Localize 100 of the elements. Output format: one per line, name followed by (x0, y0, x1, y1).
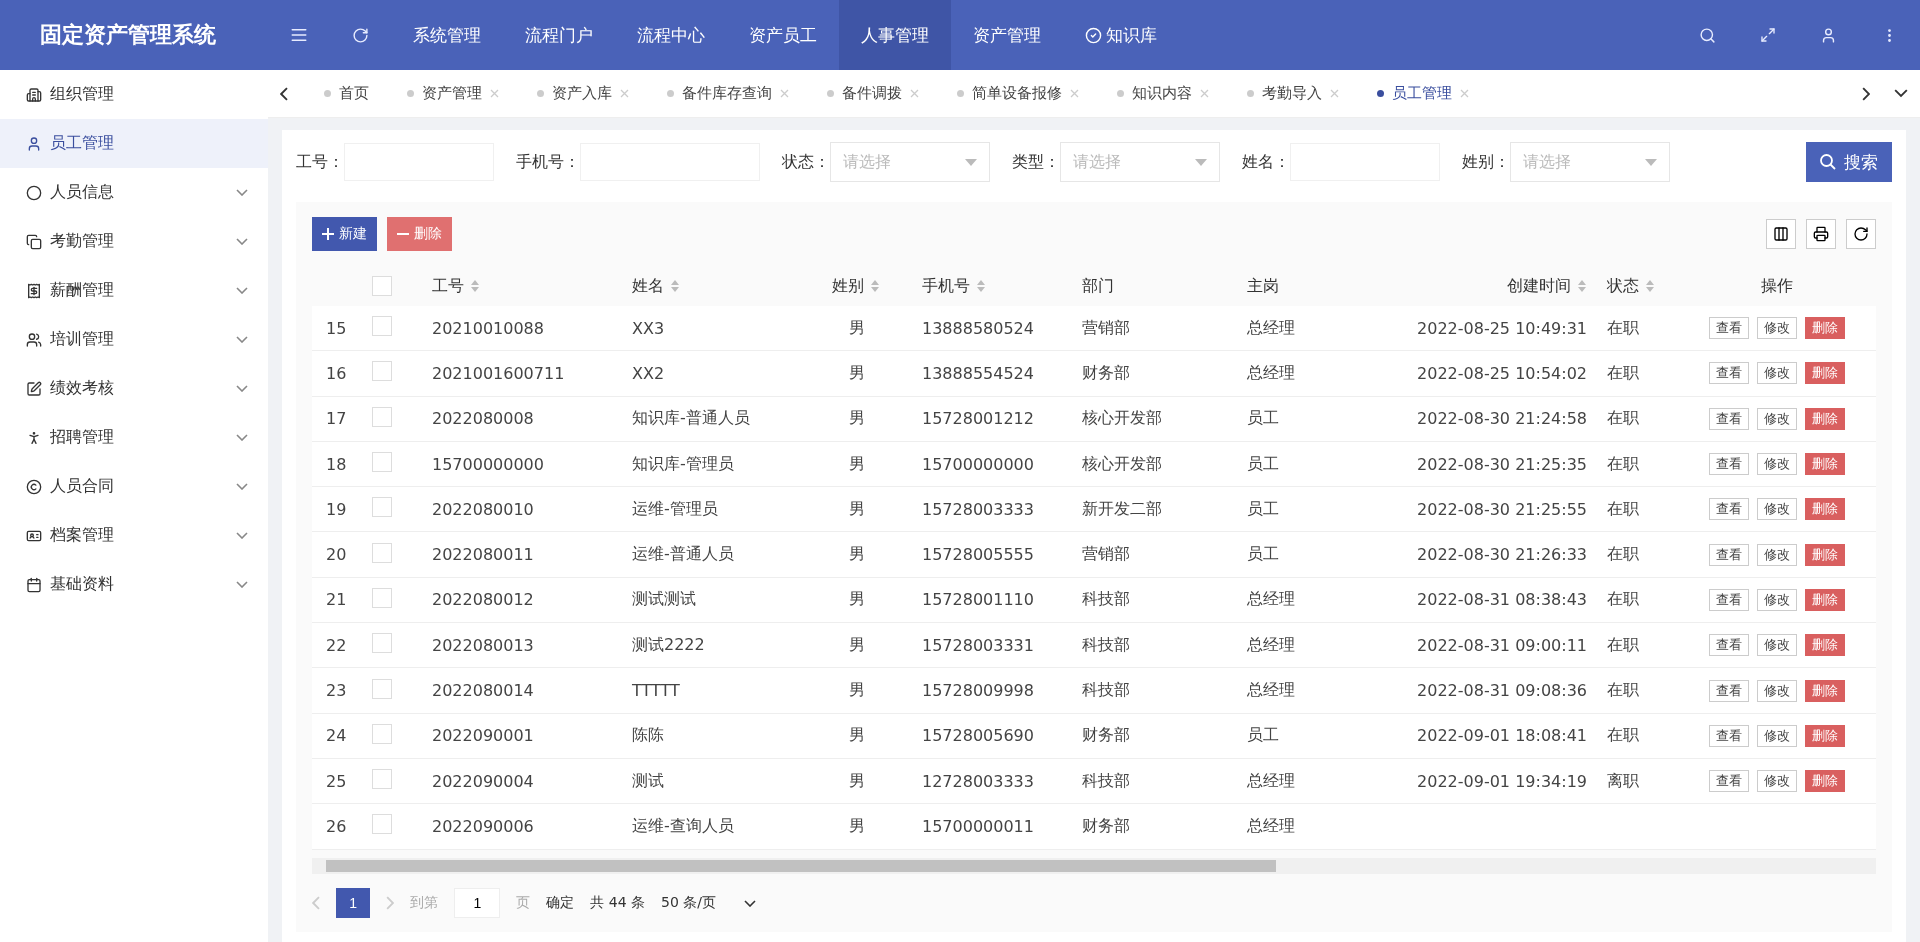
column-header[interactable]: 工号 (432, 275, 480, 297)
view-button[interactable]: 查看 (1709, 634, 1749, 657)
page-tab[interactable]: 资产管理 (383, 84, 514, 103)
delete-button[interactable]: 删除 (1805, 453, 1845, 476)
sidebar-item[interactable]: 招聘管理 (0, 413, 268, 462)
next-page-icon[interactable] (386, 896, 395, 910)
user-icon[interactable] (1820, 26, 1837, 44)
sort-icon[interactable] (976, 279, 986, 293)
sidebar-item[interactable]: 档案管理 (0, 511, 268, 560)
page-tab[interactable]: 首页 (300, 84, 384, 103)
print-button[interactable] (1806, 219, 1836, 249)
page-tab[interactable]: 员工管理 (1353, 84, 1484, 103)
sidebar-item[interactable]: 组织管理 (0, 70, 268, 119)
sidebar-item[interactable]: 绩效考核 (0, 364, 268, 413)
prev-page-icon[interactable] (312, 896, 321, 910)
page-tab[interactable]: 考勤导入 (1223, 84, 1354, 103)
tabs-left-icon[interactable] (280, 86, 289, 101)
view-button[interactable]: 查看 (1709, 679, 1749, 702)
nav-tab[interactable]: 资产员工 (727, 0, 839, 70)
new-button[interactable]: 新建 (312, 217, 377, 251)
checkbox[interactable] (372, 361, 392, 382)
columns-button[interactable] (1766, 219, 1796, 249)
view-button[interactable]: 查看 (1709, 317, 1749, 340)
nav-tab[interactable]: 系统管理 (391, 0, 503, 70)
chevron-icon[interactable] (236, 336, 248, 343)
column-header[interactable]: 姓别 (832, 275, 880, 297)
sort-icon[interactable] (1645, 279, 1655, 293)
chevron-icon[interactable] (236, 238, 248, 245)
search-icon[interactable] (1699, 26, 1716, 44)
page-tab[interactable]: 简单设备报修 (933, 84, 1094, 103)
sidebar-item[interactable]: 人员合同 (0, 462, 268, 511)
page-input[interactable]: 1 (454, 888, 501, 918)
view-button[interactable]: 查看 (1709, 407, 1749, 430)
page-button[interactable]: 1 (336, 888, 371, 918)
checkbox[interactable] (372, 276, 392, 296)
sidebar-item[interactable]: 人员信息 (0, 168, 268, 217)
sidebar-item[interactable]: 薪酬管理 (0, 266, 268, 315)
checkbox[interactable] (372, 678, 392, 699)
edit-button[interactable]: 修改 (1757, 362, 1797, 385)
sort-icon[interactable] (870, 279, 880, 293)
page-size-select[interactable]: 50 条/页 (661, 894, 756, 912)
caret-icon[interactable] (965, 158, 977, 166)
search-button[interactable]: 搜索 (1806, 142, 1892, 182)
caret-icon[interactable] (1645, 158, 1657, 166)
view-button[interactable]: 查看 (1709, 588, 1749, 611)
chevron-icon[interactable] (236, 434, 248, 441)
page-tab[interactable]: 知识内容 (1093, 84, 1224, 103)
checkbox[interactable] (372, 814, 392, 835)
edit-button[interactable]: 修改 (1757, 543, 1797, 566)
checkbox[interactable] (372, 542, 392, 563)
page-tab[interactable]: 备件调拨 (803, 84, 934, 103)
sidebar-item[interactable]: 员工管理 (0, 119, 268, 168)
view-button[interactable]: 查看 (1709, 543, 1749, 566)
checkbox[interactable] (372, 723, 392, 744)
close-icon[interactable] (490, 89, 500, 98)
close-icon[interactable] (780, 89, 790, 98)
column-header[interactable]: 状态 (1607, 275, 1655, 297)
fullscreen-icon[interactable] (1760, 26, 1776, 43)
close-icon[interactable] (910, 89, 920, 98)
refresh-button[interactable] (1846, 219, 1876, 249)
view-button[interactable]: 查看 (1709, 498, 1749, 521)
edit-button[interactable]: 修改 (1757, 453, 1797, 476)
delete-button[interactable]: 删除 (1805, 679, 1845, 702)
delete-button[interactable]: 删除 (1805, 407, 1845, 430)
edit-button[interactable]: 修改 (1757, 498, 1797, 521)
checkbox[interactable] (372, 406, 392, 427)
delete-button[interactable]: 删除 (1805, 770, 1845, 793)
close-icon[interactable] (1330, 89, 1340, 98)
sort-icon[interactable] (470, 279, 480, 293)
edit-button[interactable]: 修改 (1757, 770, 1797, 793)
edit-button[interactable]: 修改 (1757, 588, 1797, 611)
sidebar-item[interactable]: 培训管理 (0, 315, 268, 364)
checkbox[interactable] (372, 497, 392, 518)
edit-button[interactable]: 修改 (1757, 724, 1797, 747)
page-tab[interactable]: 备件库存查询 (643, 84, 804, 103)
sidebar-item[interactable]: 考勤管理 (0, 217, 268, 266)
chevron-icon[interactable] (236, 287, 248, 294)
nav-tab[interactable]: 流程中心 (615, 0, 727, 70)
nav-tab[interactable]: 人事管理 (839, 0, 951, 70)
edit-button[interactable]: 修改 (1757, 317, 1797, 340)
sidebar-item[interactable]: 基础资料 (0, 560, 268, 609)
view-button[interactable]: 查看 (1709, 770, 1749, 793)
nav-tab[interactable]: 资产管理 (951, 0, 1063, 70)
delete-button[interactable]: 删除 (1805, 588, 1845, 611)
edit-button[interactable]: 修改 (1757, 679, 1797, 702)
nav-tab[interactable]: 知识库 (1063, 0, 1179, 70)
chevron-icon[interactable] (236, 483, 248, 490)
sort-icon[interactable] (670, 279, 680, 293)
checkbox[interactable] (372, 769, 392, 790)
close-icon[interactable] (620, 89, 630, 98)
caret-icon[interactable] (1195, 158, 1207, 166)
chevron-icon[interactable] (236, 189, 248, 196)
checkbox[interactable] (372, 587, 392, 608)
column-header[interactable]: 姓名 (632, 275, 680, 297)
chevron-icon[interactable] (236, 385, 248, 392)
close-icon[interactable] (1460, 89, 1470, 98)
close-icon[interactable] (1070, 89, 1080, 98)
delete-button[interactable]: 删除 (1805, 724, 1845, 747)
tabs-menu-icon[interactable] (1894, 89, 1908, 98)
view-button[interactable]: 查看 (1709, 453, 1749, 476)
